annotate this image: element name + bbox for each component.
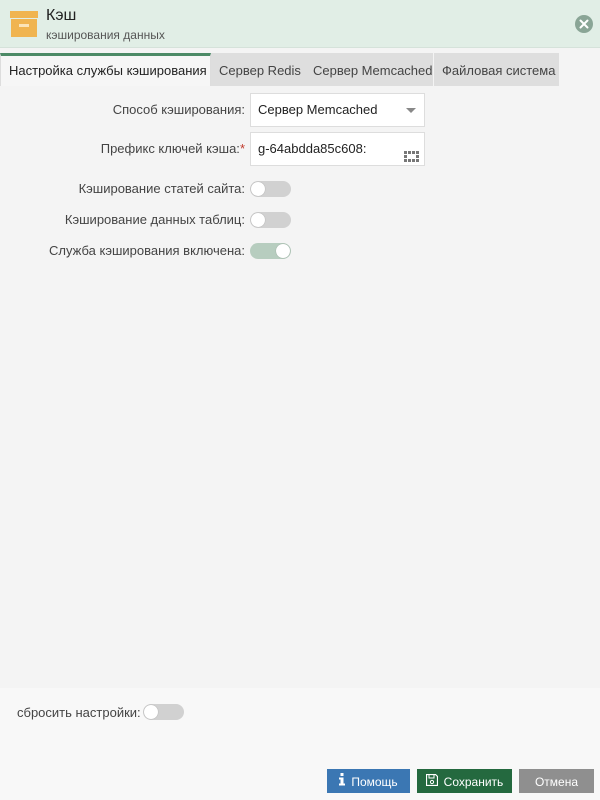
cache-method-label: Способ кэширования:	[112, 102, 245, 117]
cache-method-select[interactable]: Сервер Memcached	[250, 93, 425, 127]
archive-box-icon	[10, 11, 38, 37]
settings-panel: Способ кэширования: Сервер Memcached Пре…	[0, 86, 600, 686]
tab-bar: Настройка службы кэширования Сервер Redi…	[0, 48, 600, 86]
key-prefix-row: Префикс ключей кэша:* g-64abdda85c608:	[0, 132, 600, 166]
save-button-label: Сохранить	[443, 774, 504, 789]
chevron-down-icon	[406, 108, 416, 113]
key-prefix-value: g-64abdda85c608:	[258, 141, 367, 156]
toggle-knob	[144, 705, 158, 719]
window-subtitle: кэширования данных	[46, 28, 165, 42]
grid-icon[interactable]	[404, 143, 420, 175]
tab-cache-service-settings[interactable]: Настройка службы кэширования	[0, 53, 211, 86]
window-title: Кэш	[46, 7, 77, 24]
help-button-label: Помощь	[351, 774, 398, 789]
cancel-button[interactable]: Отмена	[519, 769, 594, 793]
help-button[interactable]: Помощь	[327, 769, 410, 793]
toggle-knob	[276, 244, 290, 258]
cache-method-row: Способ кэширования: Сервер Memcached	[0, 93, 600, 127]
reset-settings-label: сбросить настройки:	[17, 705, 141, 720]
close-icon	[579, 19, 589, 29]
cache-tables-label: Кэширование данных таблиц:	[64, 212, 245, 227]
close-button[interactable]	[575, 15, 593, 33]
cache-articles-row: Кэширование статей сайта:	[0, 181, 600, 197]
required-mark: *	[239, 141, 245, 156]
key-prefix-label: Префикс ключей кэша:	[100, 141, 240, 156]
key-prefix-label-wrap: Префикс ключей кэша:*	[101, 141, 245, 156]
cancel-button-label: Отмена	[534, 774, 579, 789]
tab-file-system[interactable]: Файловая система	[434, 53, 559, 86]
cache-tables-row: Кэширование данных таблиц:	[0, 212, 600, 228]
reset-settings-toggle[interactable]	[143, 704, 184, 720]
cache-service-toggle[interactable]	[250, 243, 291, 259]
cache-tables-toggle[interactable]	[250, 212, 291, 228]
toggle-knob	[251, 213, 265, 227]
dialog-footer: сбросить настройки: Помощь Сохранить Отм…	[0, 688, 600, 800]
cache-articles-toggle[interactable]	[250, 181, 291, 197]
tab-memcached-server[interactable]: Сервер Memcached	[305, 53, 433, 86]
floppy-disk-icon	[425, 770, 438, 794]
save-button[interactable]: Сохранить	[417, 769, 512, 793]
tab-redis-server[interactable]: Сервер Redis	[211, 53, 305, 86]
window-header: Кэш кэширования данных	[0, 0, 600, 48]
cache-articles-label: Кэширование статей сайта:	[78, 181, 245, 196]
key-prefix-input[interactable]: g-64abdda85c608:	[250, 132, 425, 166]
toggle-knob	[251, 182, 265, 196]
cache-method-value: Сервер Memcached	[258, 102, 378, 117]
info-icon	[339, 770, 346, 794]
cache-service-label: Служба кэширования включена:	[49, 243, 245, 258]
cache-service-row: Служба кэширования включена:	[0, 243, 600, 259]
